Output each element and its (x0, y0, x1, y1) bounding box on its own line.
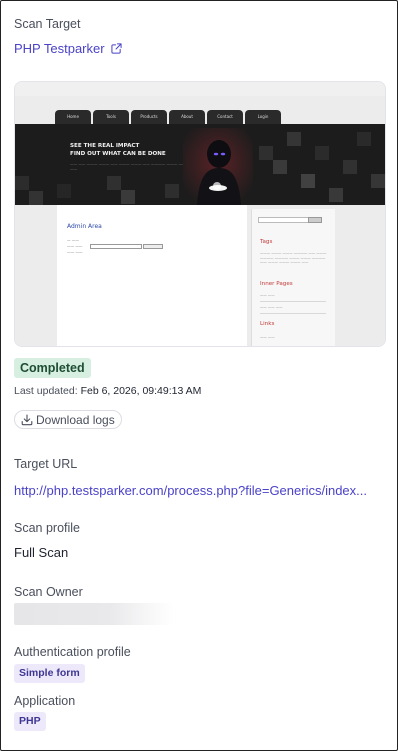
scan-profile-label: Scan profile (14, 521, 81, 535)
scan-owner-label: Scan Owner (14, 585, 83, 599)
preview-inner-pages-heading: Inner Pages (260, 281, 293, 287)
target-url-label: Target URL (14, 457, 78, 471)
auth-profile-label: Authentication profile (14, 645, 131, 659)
scan-details-panel: Scan Target PHP Testparker Home Tools Pr… (0, 0, 398, 751)
last-updated-label: Last updated: (14, 385, 78, 397)
download-logs-label: Download logs (36, 412, 115, 427)
auth-profile-tag[interactable]: Simple form (14, 664, 85, 683)
scan-target-name: PHP Testparker (14, 41, 105, 56)
preview-login-form: — —— —— —— —— —— (67, 237, 163, 255)
preview-links-heading: Links (260, 321, 275, 327)
scan-target-link[interactable]: PHP Testparker (14, 41, 122, 56)
last-updated: Last updated: Feb 6, 2026, 09:49:13 AM (14, 385, 201, 397)
application-label: Application (14, 694, 76, 708)
preview-subtext: —— —— ——— ——— —— ——— ——— —— ———— ——— ———… (70, 162, 190, 171)
status-badge: Completed (14, 358, 91, 378)
preview-nav-tab: Tools (93, 110, 129, 124)
preview-admin-area-title: Admin Area (67, 223, 102, 230)
preview-top-strip (15, 82, 385, 96)
preview-sidebar: Tags ——— ——— ——— ———— —— ——— ———— ———— —… (251, 209, 335, 346)
preview-nav-tab: About (169, 110, 205, 124)
target-url-link[interactable]: http://php.testsparker.com/process.php?f… (14, 483, 386, 498)
preview-headline: SEE THE REAL IMPACT FIND OUT WHAT CAN BE… (70, 143, 166, 157)
external-link-icon (110, 43, 122, 54)
preview-nav-tab: Products (131, 110, 167, 124)
scan-profile-value: Full Scan (14, 545, 69, 560)
download-logs-button[interactable]: Download logs (14, 410, 122, 429)
preview-nav-tab: Home (55, 110, 91, 124)
hooded-figure-illustration (183, 128, 253, 205)
preview-banner: SEE THE REAL IMPACT FIND OUT WHAT CAN BE… (15, 124, 385, 205)
preview-nav-tab: Contact (207, 110, 243, 124)
target-screenshot-preview[interactable]: Home Tools Products About Contact Login (14, 81, 386, 347)
last-updated-value: Feb 6, 2026, 09:49:13 AM (80, 385, 202, 397)
preview-nav-bar: Home Tools Products About Contact Login (55, 110, 281, 124)
scan-target-label: Scan Target (14, 17, 81, 31)
download-icon (21, 413, 33, 425)
application-tag[interactable]: PHP (14, 712, 46, 731)
scan-owner-value-redacted (14, 603, 174, 625)
preview-nav-tab: Login (245, 110, 281, 124)
preview-content-area: Admin Area — —— —— —— —— —— (57, 205, 247, 346)
preview-tags-heading: Tags (260, 239, 273, 245)
